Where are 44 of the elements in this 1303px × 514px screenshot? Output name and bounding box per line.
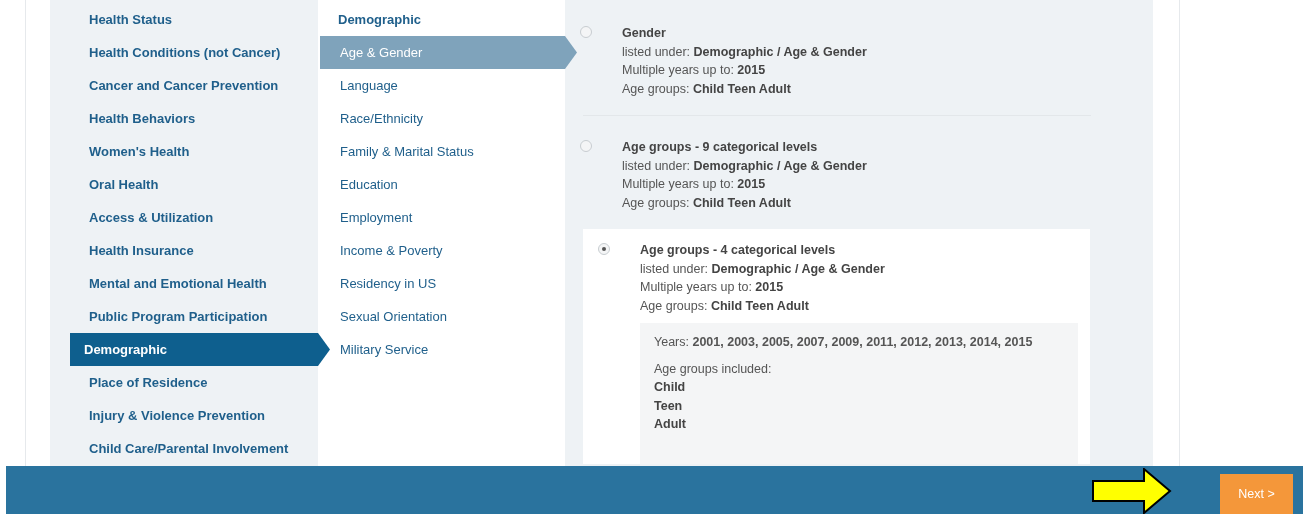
variable-info: Age groups: Child Teen Adult [640,297,810,315]
age-groups-label: Age groups included: [654,360,773,378]
variable-title: Age groups - 9 categorical levels [622,139,819,156]
subcategory-item[interactable]: Family & Marital Status [320,135,565,168]
variable-info: Multiple years up to: 2015 [640,279,785,296]
subcategory-item[interactable]: Sexual Orientation [320,300,565,333]
category-item[interactable]: Mental and Emotional Health [50,267,318,300]
subcategory-item[interactable]: Employment [320,201,565,234]
radio-button[interactable] [598,243,610,255]
category-item[interactable]: Women's Health [50,135,318,168]
years-text: Years: 2001, 2003, 2005, 2007, 2009, 2011, 2012, 2013, 2014, 2015 [654,334,1034,351]
category-item[interactable]: Child Care/Parental Involvement [50,432,318,465]
variable-info: Age groups: Child Teen Adult [622,194,792,212]
subcategory-item[interactable]: Income & Poverty [320,234,565,267]
variable-title: Age groups - 4 categorical levels [640,242,837,259]
arrow-icon [1092,468,1172,514]
category-item[interactable]: Demographic [70,333,330,366]
category-item[interactable]: Health Conditions (not Cancer) [50,36,318,69]
variable-info: Multiple years up to: 2015 [622,176,767,193]
variable-info: listed under: Demographic / Age & Gender [640,260,886,278]
subcategory-item[interactable]: Education [320,168,565,201]
subcategory-item[interactable]: Language [320,69,565,102]
category-item[interactable]: Place of Residence [50,366,318,399]
radio-button[interactable] [580,140,592,152]
age-group: Teen [654,396,1064,415]
variable-info: listed under: Demographic / Age & Gender [622,43,868,61]
subcategory-item[interactable]: Race/Ethnicity [320,102,565,135]
variable-info: Multiple years up to: 2015 [622,62,767,79]
category-item[interactable]: Oral Health [50,168,318,201]
variable-info: Age groups: Child Teen Adult [622,80,792,98]
category-item[interactable]: Health Insurance [50,234,318,267]
category-item[interactable]: Cancer and Cancer Prevention [50,69,318,102]
subcategory-heading: Demographic [337,11,423,29]
variable-title: Gender [622,25,667,42]
category-item[interactable]: Health Status [50,3,318,36]
category-item[interactable]: Public Program Participation [50,300,318,333]
category-item[interactable]: Injury & Violence Prevention [50,399,318,432]
radio-button[interactable] [580,26,592,38]
age-group: Adult [654,415,1064,434]
variable-info: listed under: Demographic / Age & Gender [622,157,868,175]
age-group: Child [654,378,1064,397]
subcategory-item[interactable]: Residency in US [320,267,565,300]
category-item[interactable]: Access & Utilization [50,201,318,234]
category-item[interactable]: Health Behaviors [50,102,318,135]
